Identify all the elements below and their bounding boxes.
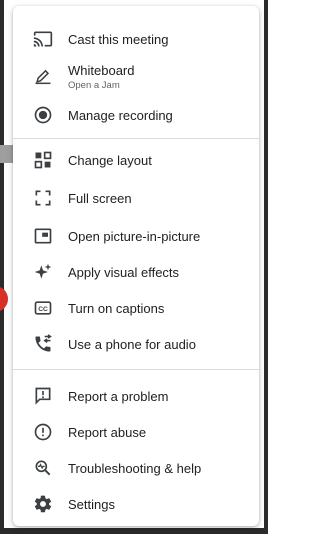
report-abuse-icon (32, 421, 54, 443)
menu-item-visual-effects[interactable]: Apply visual effects (13, 255, 259, 289)
menu-item-picture-in-picture[interactable]: Open picture-in-picture (13, 219, 259, 253)
settings-gear-icon (32, 493, 54, 515)
background-edge-right (264, 0, 268, 534)
whiteboard-pen-icon (32, 64, 54, 86)
background-edge-left (0, 0, 4, 534)
menu-item-whiteboard[interactable]: Whiteboard Open a Jam (13, 58, 259, 98)
svg-text:CC: CC (38, 306, 48, 313)
menu-item-full-screen[interactable]: Full screen (13, 181, 259, 215)
background-edge-bottom (0, 528, 268, 534)
report-problem-icon (32, 385, 54, 407)
menu-item-change-layout[interactable]: Change layout (13, 143, 259, 177)
menu-divider (13, 138, 259, 139)
menu-item-label: Full screen (68, 190, 132, 206)
menu-item-report-problem[interactable]: Report a problem (13, 379, 259, 413)
fullscreen-icon (32, 187, 54, 209)
menu-item-manage-recording[interactable]: Manage recording (13, 98, 259, 132)
menu-item-label: Use a phone for audio (68, 336, 196, 352)
menu-item-sublabel: Open a Jam (68, 80, 120, 91)
menu-item-report-abuse[interactable]: Report abuse (13, 415, 259, 449)
menu-item-label: Turn on captions (68, 300, 165, 316)
menu-item-label: Whiteboard (68, 63, 135, 78)
menu-item-cast[interactable]: Cast this meeting (13, 22, 259, 56)
menu-item-label: Report a problem (68, 388, 169, 404)
menu-item-label: Open picture-in-picture (68, 228, 201, 244)
menu-item-captions[interactable]: CC Turn on captions (13, 291, 259, 325)
troubleshoot-icon (32, 457, 54, 479)
menu-item-label: Cast this meeting (68, 31, 169, 47)
captions-icon: CC (32, 297, 54, 319)
phone-audio-icon (32, 333, 54, 355)
menu-item-label: Settings (68, 496, 115, 512)
cast-icon (32, 28, 54, 50)
background-red-indicator (0, 286, 8, 312)
record-icon (32, 104, 54, 126)
more-options-menu: Cast this meeting Whiteboard Open a Jam … (13, 6, 259, 526)
background-gray-strip (0, 145, 13, 163)
menu-item-troubleshooting[interactable]: Troubleshooting & help (13, 451, 259, 485)
layout-icon (32, 149, 54, 171)
menu-item-label: Manage recording (68, 107, 173, 123)
menu-item-label: Change layout (68, 152, 152, 168)
menu-divider (13, 369, 259, 370)
menu-item-label: Apply visual effects (68, 264, 180, 280)
menu-item-label: Troubleshooting & help (68, 460, 202, 476)
menu-item-settings[interactable]: Settings (13, 487, 259, 521)
menu-item-phone-audio[interactable]: Use a phone for audio (13, 327, 259, 361)
menu-item-label: Report abuse (68, 424, 147, 440)
sparkle-icon (32, 261, 54, 283)
picture-in-picture-icon (32, 225, 54, 247)
